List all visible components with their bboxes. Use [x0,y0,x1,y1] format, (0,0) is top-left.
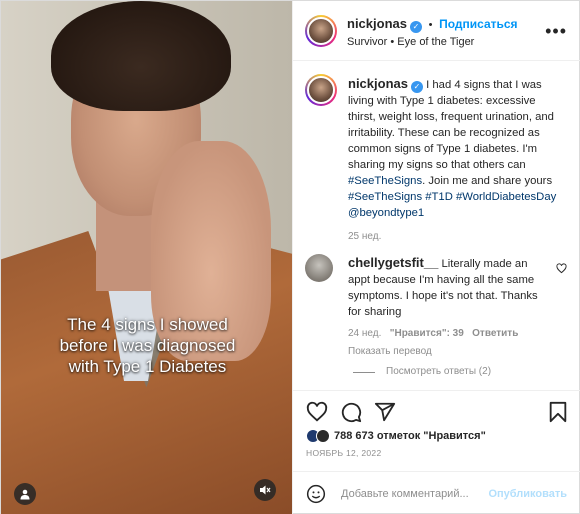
reply-button[interactable]: Ответить [472,328,518,339]
comment: chellygetsfit__ Literally made an appt b… [348,255,543,360]
post-video[interactable]: The 4 signs I showed before I was diagno… [1,1,292,514]
emoji-icon[interactable] [306,484,326,504]
share-icon[interactable] [374,401,396,423]
caption-username[interactable]: nickjonas [348,76,408,91]
mute-icon[interactable] [254,479,276,501]
comment-like-icon[interactable] [556,263,567,274]
commenter-avatar[interactable] [305,254,333,282]
comment-icon[interactable] [340,401,362,423]
action-bar: 788 673 отметок "Нравится" НОЯБРЬ 12, 20… [293,390,580,470]
mention-link[interactable]: @beyondtype1 [348,207,424,219]
hashtag-link[interactable]: #SeeTheSigns [348,175,422,187]
hashtag-link[interactable]: #WorldDiabetesDay [456,191,556,203]
audio-track[interactable]: Survivor • Eye of the Tiger [347,36,474,48]
comment-meta: 24 нед. "Нравится": 39 Ответить [348,326,543,342]
more-options-icon[interactable]: ••• [545,21,567,42]
publish-button[interactable]: Опубликовать [488,488,567,500]
hashtag-link[interactable]: #SeeTheSigns [348,191,422,203]
post-modal: The 4 signs I showed before I was diagno… [0,0,580,514]
comment-composer: Добавьте комментарий... Опубликовать [293,471,580,514]
caption-author-avatar[interactable] [305,74,337,106]
likes-summary[interactable]: 788 673 отметок "Нравится" [306,429,486,443]
commenter-username[interactable]: chellygetsfit__ [348,255,438,270]
comment-time[interactable]: 24 нед. [348,328,381,339]
comment-input[interactable]: Добавьте комментарий... [341,488,469,500]
view-replies-button[interactable]: Посмотреть ответы (2) [386,366,491,377]
verified-icon: ✓ [410,81,423,93]
video-caption: The 4 signs I showed before I was diagno… [15,314,280,377]
author-username[interactable]: nickjonas [347,16,407,31]
likes-count[interactable]: 788 673 отметок "Нравится" [334,430,486,442]
caption-text: I had 4 signs that I was living with Typ… [348,79,554,171]
like-heart-icon[interactable] [306,401,328,423]
post-caption: nickjonas ✓ I had 4 signs that I was livi… [348,76,564,245]
author-avatar[interactable] [305,15,337,47]
post-date[interactable]: НОЯБРЬ 12, 2022 [306,448,381,458]
video-hair [51,1,231,111]
caption-line: before I was diagnosed [59,336,236,355]
replies-divider [353,372,375,373]
comment-likes[interactable]: "Нравится": 39 [390,328,464,339]
caption-text: . Join me and share yours [422,175,553,187]
verified-icon: ✓ [409,21,422,33]
header-title-row: nickjonas ✓ • Подписаться [347,16,518,33]
caption-line: with Type 1 Diabetes [68,357,227,376]
header-separator: • [428,19,433,31]
translate-link[interactable]: Показать перевод [348,344,543,360]
caption-time[interactable]: 25 нед. [348,229,564,245]
post-header: nickjonas ✓ • Подписаться Survivor • Eye … [293,1,580,61]
tagged-users-icon[interactable] [14,483,36,505]
post-details: nickjonas ✓ • Подписаться Survivor • Eye … [292,1,580,514]
caption-line: The 4 signs I showed [67,315,228,334]
comments-list: nickjonas ✓ I had 4 signs that I was livi… [293,62,580,390]
liker-avatar [316,429,330,443]
hashtag-link[interactable]: #T1D [425,191,453,203]
save-bookmark-icon[interactable] [547,401,569,423]
follow-button[interactable]: Подписаться [439,17,517,31]
